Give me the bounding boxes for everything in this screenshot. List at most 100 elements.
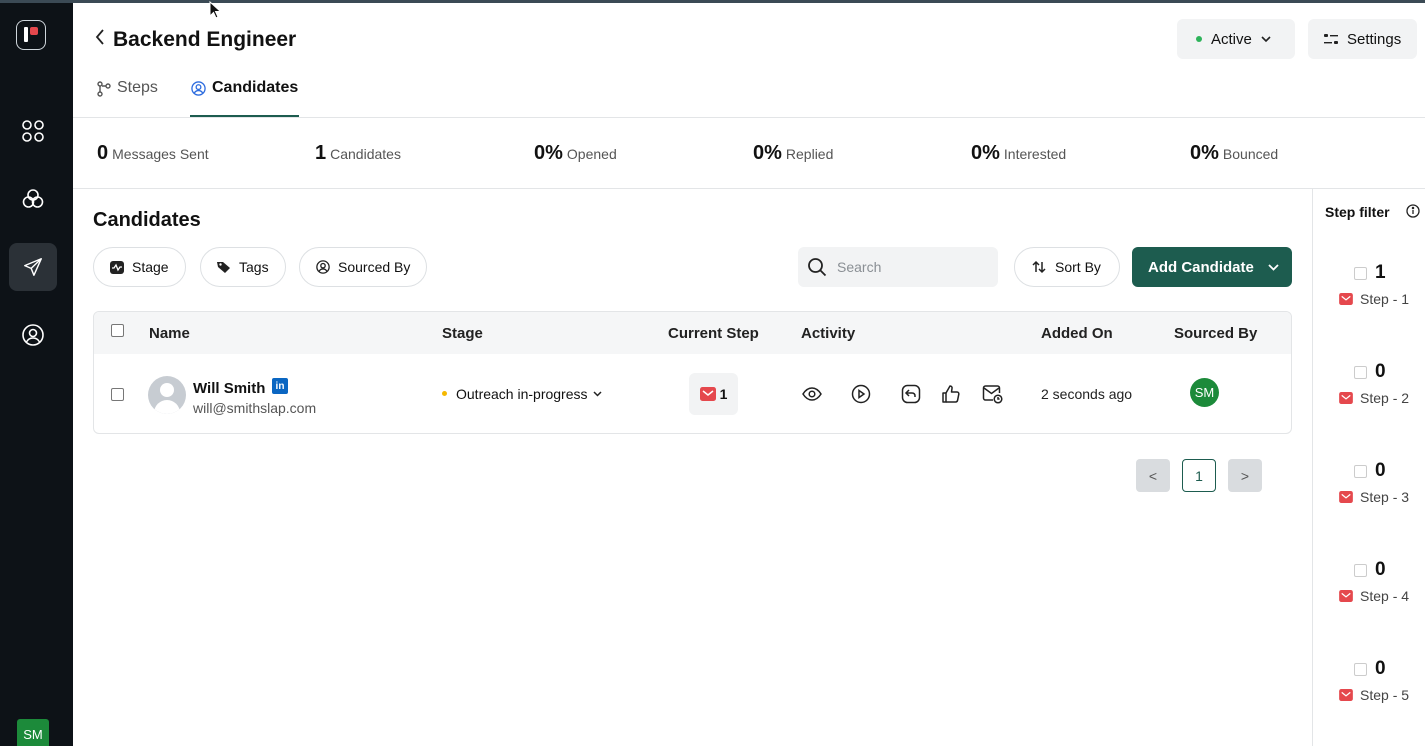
candidate-name[interactable]: Will Smith xyxy=(193,380,265,397)
stage-icon xyxy=(110,260,124,274)
stat-label: Opened xyxy=(566,146,617,162)
stat-value: 0% xyxy=(971,142,1000,164)
row-checkbox[interactable] xyxy=(111,388,124,401)
sourced-by-avatar: SM xyxy=(1190,378,1219,407)
step-checkbox[interactable] xyxy=(1354,663,1367,676)
step-checkbox[interactable] xyxy=(1354,564,1367,577)
activity-interested[interactable] xyxy=(940,383,962,405)
user-circle-icon xyxy=(191,81,206,96)
tag-icon xyxy=(217,261,230,273)
user-avatar[interactable]: SM xyxy=(17,719,49,746)
mail-icon xyxy=(1339,491,1353,503)
steps-icon xyxy=(97,81,111,97)
stage-filter-label: Stage xyxy=(132,259,169,275)
step-count: 0 xyxy=(1375,559,1386,580)
tab-steps[interactable]: Steps xyxy=(97,76,158,117)
activity-clicked[interactable] xyxy=(850,383,872,405)
step-filter-item[interactable]: 0 Step - 3 xyxy=(1313,460,1425,525)
stage-value: Outreach in-progress xyxy=(456,386,588,402)
chevron-down-icon xyxy=(592,391,602,397)
mail-icon xyxy=(1339,590,1353,602)
stat-label: Interested xyxy=(1003,146,1067,162)
column-sourced-by[interactable]: Sourced By xyxy=(1174,325,1257,342)
eye-icon xyxy=(802,387,822,401)
pagination-current[interactable]: 1 xyxy=(1182,459,1216,492)
search-box[interactable] xyxy=(798,247,998,287)
user-circle-icon xyxy=(316,260,330,274)
pagination-prev[interactable]: < xyxy=(1136,459,1170,492)
info-icon[interactable] xyxy=(1406,204,1420,223)
outreach-nav[interactable] xyxy=(9,243,57,291)
column-stage[interactable]: Stage xyxy=(442,325,483,342)
page-title: Backend Engineer xyxy=(113,28,297,51)
chevron-down-icon xyxy=(1268,263,1279,271)
activity-replied[interactable] xyxy=(900,383,922,405)
step-filter-item[interactable]: 0 Step - 5 xyxy=(1313,658,1425,723)
step-label: Step - 3 xyxy=(1360,489,1410,505)
settings-button[interactable]: Settings xyxy=(1308,19,1417,59)
sort-by-button[interactable]: Sort By xyxy=(1014,247,1120,287)
column-activity[interactable]: Activity xyxy=(801,325,855,342)
column-name[interactable]: Name xyxy=(149,325,190,342)
section-title: Candidates xyxy=(93,209,201,231)
current-step-chip[interactable]: 1 xyxy=(689,373,738,415)
stat-value: 0% xyxy=(534,142,563,164)
dashboard-nav[interactable] xyxy=(9,107,57,155)
chevron-left-icon xyxy=(95,29,104,45)
column-added-on[interactable]: Added On xyxy=(1041,325,1113,342)
pagination-next[interactable]: > xyxy=(1228,459,1262,492)
stage-status-dot xyxy=(442,391,447,396)
profile-nav[interactable] xyxy=(9,311,57,359)
stat-interested: 0% Interested xyxy=(971,142,1066,165)
step-filter-item[interactable]: 0 Step - 2 xyxy=(1313,361,1425,426)
current-step-value: 1 xyxy=(719,386,728,402)
step-filter-item[interactable]: 0 Step - 4 xyxy=(1313,559,1425,624)
status-dropdown[interactable]: Active xyxy=(1177,19,1295,59)
step-checkbox[interactable] xyxy=(1354,267,1367,280)
step-label: Step - 4 xyxy=(1360,588,1410,604)
stat-label: Messages Sent xyxy=(112,146,209,162)
sort-icon xyxy=(1032,260,1046,274)
tab-candidates[interactable]: Candidates xyxy=(190,76,299,117)
stat-opened: 0% Opened xyxy=(534,142,617,165)
linkedin-icon[interactable]: in xyxy=(272,378,288,394)
stat-messages-sent: 0 Messages Sent xyxy=(97,142,209,165)
stage-filter-button[interactable]: Stage xyxy=(93,247,186,287)
column-current-step[interactable]: Current Step xyxy=(668,325,759,342)
candidate-avatar xyxy=(148,376,186,414)
status-dot-icon xyxy=(1196,36,1202,42)
sourced-by-filter-button[interactable]: Sourced By xyxy=(299,247,428,287)
tab-candidates-label: Candidates xyxy=(212,79,299,96)
search-icon xyxy=(808,258,827,277)
thumbs-up-icon xyxy=(942,385,960,403)
step-label: Step - 1 xyxy=(1360,291,1410,307)
tab-steps-label: Steps xyxy=(117,79,158,96)
activity-scheduled[interactable] xyxy=(981,383,1003,405)
status-label: Active xyxy=(1211,30,1252,48)
select-all-checkbox[interactable] xyxy=(111,324,124,337)
stat-bounced: 0% Bounced xyxy=(1190,142,1278,165)
back-button[interactable] xyxy=(92,27,108,47)
chevron-down-icon xyxy=(1261,35,1271,42)
stat-candidates: 1 Candidates xyxy=(315,142,401,165)
sort-by-label: Sort By xyxy=(1055,259,1101,275)
stat-value: 1 xyxy=(315,142,327,164)
step-filter-panel: Step filter 1 Step - 1 0 Step - 2 0 Step… xyxy=(1312,188,1425,746)
search-input[interactable] xyxy=(837,259,977,275)
stat-value: 0 xyxy=(97,142,109,164)
app-logo-icon[interactable] xyxy=(16,20,46,50)
tags-filter-button[interactable]: Tags xyxy=(200,247,286,287)
step-filter-title: Step filter xyxy=(1325,204,1390,220)
stage-dropdown[interactable]: Outreach in-progress xyxy=(456,386,602,402)
activity-opened[interactable] xyxy=(801,383,823,405)
step-checkbox[interactable] xyxy=(1354,465,1367,478)
tabs-divider xyxy=(73,117,1425,118)
step-count: 1 xyxy=(1375,262,1386,283)
table-row[interactable]: Will Smith in will@smithslap.com Outreac… xyxy=(94,354,1291,433)
talent-nav[interactable] xyxy=(9,175,57,223)
add-candidate-button[interactable]: Add Candidate xyxy=(1132,247,1292,287)
step-checkbox[interactable] xyxy=(1354,366,1367,379)
step-filter-item[interactable]: 1 Step - 1 xyxy=(1313,262,1425,327)
mail-icon xyxy=(1339,392,1353,404)
paper-plane-icon xyxy=(24,258,42,276)
